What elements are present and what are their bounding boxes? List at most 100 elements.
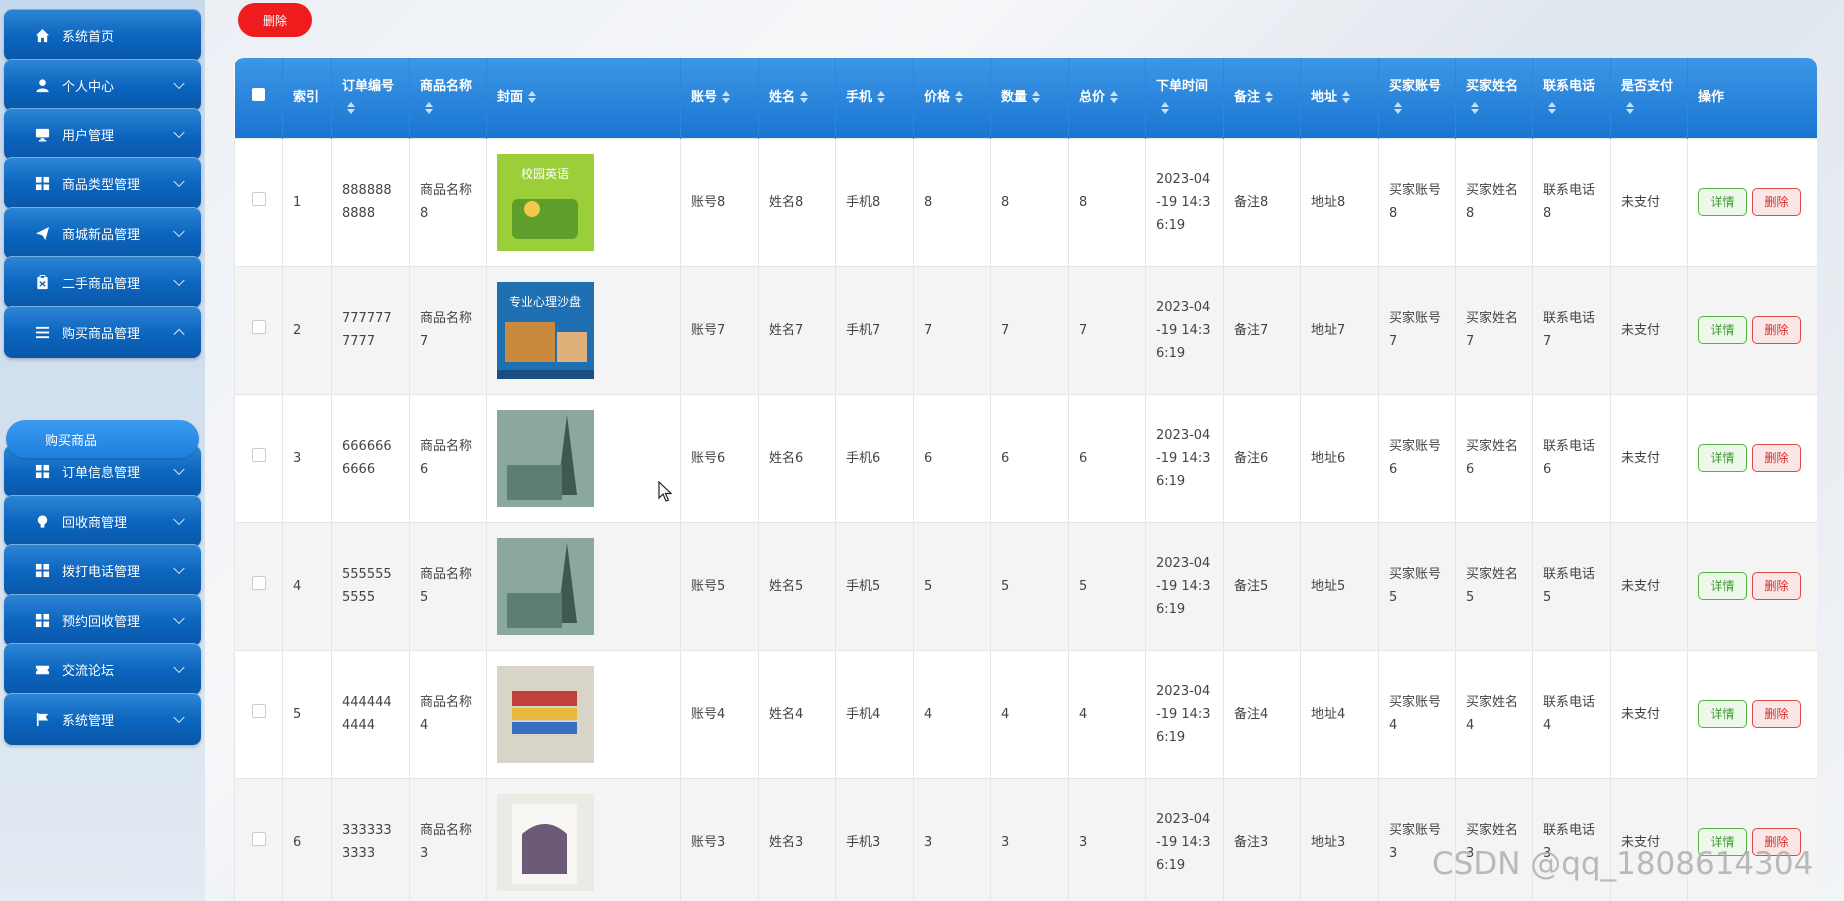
detail-button[interactable]: 详情 — [1698, 444, 1747, 472]
sidebar-item-11[interactable]: 预约回收管理 — [4, 594, 201, 646]
cell-account: 账号7 — [680, 265, 759, 395]
sidebar-item-9[interactable]: 回收商管理 — [4, 495, 201, 547]
cell-actions: 详情 删除 — [1687, 393, 1817, 523]
cell-product: 商品名称8 — [409, 137, 487, 267]
column-header[interactable]: 下单时间 — [1145, 58, 1224, 138]
sidebar-item-2[interactable]: 个人中心 — [4, 59, 201, 111]
delete-button[interactable]: 删除 — [1752, 316, 1801, 344]
cover-image[interactable] — [497, 665, 594, 763]
row-select-cell — [234, 393, 283, 523]
sort-icon[interactable] — [1543, 98, 1556, 120]
row-select-cell — [234, 265, 283, 395]
cover-image[interactable] — [497, 793, 594, 891]
column-header[interactable]: 索引 — [282, 58, 332, 138]
row-checkbox[interactable] — [251, 319, 266, 334]
column-header[interactable]: 订单编号 — [331, 58, 410, 138]
sort-icon[interactable] — [1105, 87, 1119, 109]
cell-address: 地址8 — [1300, 137, 1379, 267]
cell-time: 2023-04-19 14:36:19 — [1145, 137, 1224, 267]
cover-image[interactable] — [497, 409, 594, 507]
clipboard-icon — [34, 274, 50, 290]
sort-icon[interactable] — [1027, 87, 1041, 109]
cell-contact: 联系电话8 — [1532, 137, 1611, 267]
sort-icon[interactable] — [523, 87, 537, 109]
sidebar-item-6[interactable]: 二手商品管理 — [4, 256, 201, 308]
row-select-cell — [234, 649, 283, 779]
sidebar-item-1[interactable]: 系统首页 — [4, 9, 201, 61]
cell-name: 姓名5 — [758, 521, 836, 651]
detail-button[interactable]: 详情 — [1698, 188, 1747, 216]
row-checkbox[interactable] — [251, 703, 266, 718]
delete-button[interactable]: 删除 — [1752, 188, 1801, 216]
grid-icon — [34, 175, 50, 191]
sidebar-item-13[interactable]: 系统管理 — [4, 693, 201, 745]
cell-paid: 未支付 — [1610, 777, 1688, 901]
sort-icon[interactable] — [1156, 98, 1169, 120]
sort-icon[interactable] — [1389, 98, 1402, 120]
list-icon — [34, 324, 50, 340]
delete-button[interactable]: 删除 — [1752, 572, 1801, 600]
cover-image[interactable]: 校园英语 — [497, 153, 594, 251]
sort-icon[interactable] — [342, 98, 355, 120]
column-header[interactable]: 联系电话 — [1532, 58, 1611, 138]
column-header[interactable]: 买家姓名 — [1455, 58, 1533, 138]
detail-button[interactable]: 详情 — [1698, 316, 1747, 344]
cell-qty: 3 — [990, 777, 1069, 901]
column-header[interactable]: 备注 — [1223, 58, 1301, 138]
sidebar-item-3[interactable]: 用户管理 — [4, 108, 201, 160]
table-row: 3 6666666666 商品名称6 账号6 姓名6 手机6 6 6 6 2023-04-19 1… — [234, 393, 1817, 523]
column-header-label: 是否支付 — [1621, 78, 1674, 94]
sort-icon[interactable] — [872, 87, 886, 109]
column-header[interactable]: 封面 — [486, 58, 681, 138]
sort-icon[interactable] — [1466, 98, 1479, 120]
sort-icon[interactable] — [950, 87, 964, 109]
sidebar-item-10[interactable]: 拨打电话管理 — [4, 544, 201, 596]
select-all-checkbox[interactable] — [251, 87, 265, 101]
sort-icon[interactable] — [1260, 87, 1274, 109]
cell-cover — [486, 777, 681, 901]
column-header[interactable]: 地址 — [1300, 58, 1379, 138]
sidebar-item-4[interactable]: 商品类型管理 — [4, 157, 201, 209]
column-header[interactable]: 价格 — [913, 58, 991, 138]
row-checkbox[interactable] — [251, 831, 266, 846]
sidebar-item-5[interactable]: 商城新品管理 — [4, 207, 201, 259]
detail-button[interactable]: 详情 — [1698, 700, 1747, 728]
row-checkbox[interactable] — [251, 575, 266, 590]
cell-order-no: 3333333333 — [331, 777, 410, 901]
column-header[interactable]: 商品名称 — [409, 58, 487, 138]
cell-account: 账号5 — [680, 521, 759, 651]
column-header[interactable]: 总价 — [1068, 58, 1146, 138]
cell-time: 2023-04-19 14:36:19 — [1145, 393, 1224, 523]
sort-icon[interactable] — [717, 87, 731, 109]
column-header[interactable]: 姓名 — [758, 58, 836, 138]
batch-delete-button[interactable]: 删除 — [238, 3, 312, 37]
delete-button[interactable]: 删除 — [1752, 444, 1801, 472]
column-header[interactable]: 账号 — [680, 58, 759, 138]
column-header-label: 价格 — [924, 89, 951, 105]
cell-buyer-name: 买家姓名6 — [1455, 393, 1533, 523]
cell-total: 7 — [1068, 265, 1146, 395]
sidebar-item-7[interactable]: 购买商品管理 — [4, 306, 201, 358]
cell-cover: 专业心理沙盘 — [486, 265, 681, 395]
column-header[interactable]: 操作 — [1687, 58, 1817, 138]
cover-image[interactable]: 专业心理沙盘 — [497, 281, 594, 379]
cover-image[interactable] — [497, 537, 594, 635]
submenu-item-purchase[interactable]: 购买商品 — [6, 420, 199, 458]
sort-icon[interactable] — [420, 98, 433, 120]
row-checkbox[interactable] — [251, 191, 266, 206]
cell-actions: 详情 删除 — [1687, 649, 1817, 779]
sort-icon[interactable] — [795, 87, 809, 109]
delete-button[interactable]: 删除 — [1752, 700, 1801, 728]
detail-button[interactable]: 详情 — [1698, 572, 1747, 600]
sort-icon[interactable] — [1337, 87, 1351, 109]
cell-price: 6 — [913, 393, 991, 523]
column-header[interactable]: 数量 — [990, 58, 1069, 138]
sidebar-item-12[interactable]: 交流论坛 — [4, 643, 201, 695]
row-checkbox[interactable] — [251, 447, 266, 462]
column-header[interactable]: 是否支付 — [1610, 58, 1688, 138]
sort-icon[interactable] — [1621, 98, 1634, 120]
column-header[interactable]: 手机 — [835, 58, 914, 138]
cell-total: 8 — [1068, 137, 1146, 267]
column-header-label: 买家账号 — [1389, 78, 1442, 94]
column-header[interactable]: 买家账号 — [1378, 58, 1456, 138]
